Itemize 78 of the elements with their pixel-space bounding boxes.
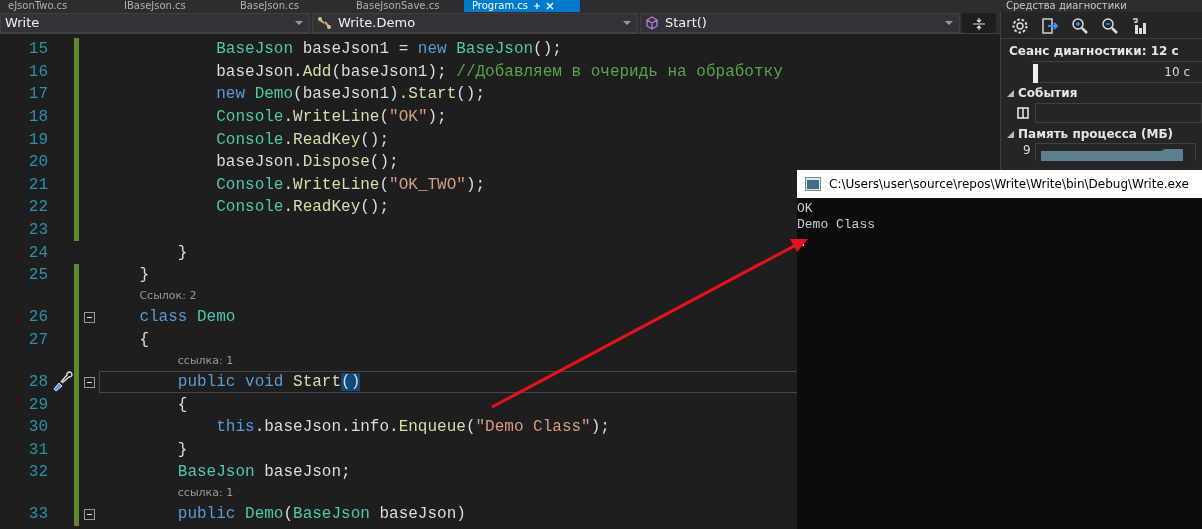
split-editor-button[interactable] bbox=[962, 13, 996, 33]
code-text: Console.ReadKey(); bbox=[216, 197, 390, 219]
code-text: BaseJson baseJson; bbox=[177, 462, 351, 484]
line-number: 23 bbox=[28, 221, 48, 240]
session-duration: Сеанс диагностики: 12 с bbox=[1008, 43, 1180, 60]
line-number: 26 bbox=[28, 308, 48, 327]
line-number: 18 bbox=[28, 108, 48, 127]
line-number: 15 bbox=[28, 40, 48, 59]
settings-icon bbox=[1011, 16, 1029, 35]
section-title: Память процесса (МБ) bbox=[1018, 127, 1174, 142]
reference-count[interactable]: ссылка: 1 bbox=[177, 352, 234, 370]
line-number: 28 bbox=[28, 373, 48, 391]
console-output-line: OK bbox=[797, 201, 814, 217]
member-dropdown[interactable]: Start() bbox=[640, 13, 960, 33]
type-dropdown[interactable]: Write.Demo bbox=[312, 13, 638, 33]
line-number: 31 bbox=[28, 440, 48, 459]
line-number: 22 bbox=[28, 198, 48, 217]
code-text: class Demo bbox=[139, 307, 236, 329]
export-icon bbox=[1041, 16, 1059, 35]
pause-icon[interactable] bbox=[1017, 107, 1029, 119]
axis-label: 9 bbox=[1023, 143, 1031, 159]
class-icon bbox=[317, 16, 332, 30]
code-text: public Demo(BaseJson baseJson) bbox=[177, 504, 466, 526]
code-text: public void Start() bbox=[177, 372, 361, 394]
code-text: } bbox=[139, 265, 149, 287]
line-number: 21 bbox=[28, 175, 48, 194]
line-number: 32 bbox=[28, 463, 48, 482]
file-tab[interactable]: IBaseJson.cs bbox=[116, 0, 232, 12]
reference-count[interactable]: Ссылок: 2 bbox=[139, 288, 197, 305]
line-number: 33 bbox=[28, 505, 48, 524]
file-tab[interactable]: Program.cs bbox=[464, 0, 580, 12]
line-number: 30 bbox=[28, 418, 48, 437]
code-text: Console.ReadKey(); bbox=[216, 129, 390, 151]
split-icon bbox=[972, 17, 986, 31]
caret-icon bbox=[295, 21, 303, 25]
collapse-icon[interactable] bbox=[83, 311, 95, 323]
console-output-line: Demo Class bbox=[797, 217, 876, 233]
close-icon[interactable] bbox=[546, 2, 555, 10]
collapse-icon[interactable] bbox=[83, 376, 95, 388]
expanded-icon[interactable] bbox=[1007, 131, 1014, 138]
code-text: new Demo(baseJson1).Start(); bbox=[216, 84, 486, 106]
line-number: 25 bbox=[28, 266, 48, 285]
panel-title: Средства диагностики bbox=[1005, 0, 1127, 12]
code-text: Console.WriteLine("OK"); bbox=[216, 107, 447, 129]
zoom-out-icon bbox=[1101, 16, 1119, 35]
cube-icon bbox=[645, 16, 659, 30]
project-dropdown[interactable]: Write bbox=[0, 13, 310, 33]
code-text: BaseJson baseJson1 = new BaseJson(); bbox=[216, 39, 562, 61]
code-text: Console.WriteLine("OK_TWO"); bbox=[216, 174, 486, 196]
reference-count[interactable]: ссылка: 1 bbox=[177, 485, 234, 502]
code-text: baseJson.Add(baseJson1); //Добавляем в очеридь на обработку bbox=[216, 61, 783, 83]
caret-icon bbox=[945, 21, 953, 25]
bar-chart-icon bbox=[1131, 16, 1149, 35]
code-text: } bbox=[177, 242, 188, 264]
code-text: } bbox=[177, 439, 188, 461]
caret-icon bbox=[623, 21, 631, 25]
file-tab[interactable]: BaseJsonSave.cs bbox=[348, 0, 464, 12]
line-number: 29 bbox=[28, 395, 48, 414]
code-text: { bbox=[139, 329, 149, 351]
expanded-icon[interactable] bbox=[1007, 90, 1014, 97]
timeline-tick-label: 10 с bbox=[1164, 64, 1190, 81]
line-number: 16 bbox=[28, 62, 48, 81]
code-text: this.baseJson.info.Enqueue("Demo Class"); bbox=[216, 417, 610, 439]
console-title: C:\Users\user\source\repos\Write\Write\bin\Debug\Write.exe bbox=[829, 176, 1189, 193]
code-text: baseJson.Dispose(); bbox=[216, 152, 399, 174]
line-number: 19 bbox=[28, 130, 48, 149]
line-number: 20 bbox=[28, 153, 48, 172]
line-number: 17 bbox=[28, 85, 48, 104]
line-number: 24 bbox=[28, 243, 48, 262]
file-tab[interactable]: BaseJson.cs bbox=[232, 0, 348, 12]
collapse-icon[interactable] bbox=[83, 509, 95, 520]
console-app-icon bbox=[805, 177, 821, 191]
zoom-in-icon bbox=[1071, 16, 1089, 35]
section-title: События bbox=[1018, 86, 1078, 101]
screwdriver-icon[interactable] bbox=[51, 371, 73, 393]
code-text: { bbox=[177, 394, 188, 416]
line-number: 27 bbox=[28, 330, 48, 349]
file-tab[interactable]: eJsonTwo.cs bbox=[0, 0, 116, 12]
